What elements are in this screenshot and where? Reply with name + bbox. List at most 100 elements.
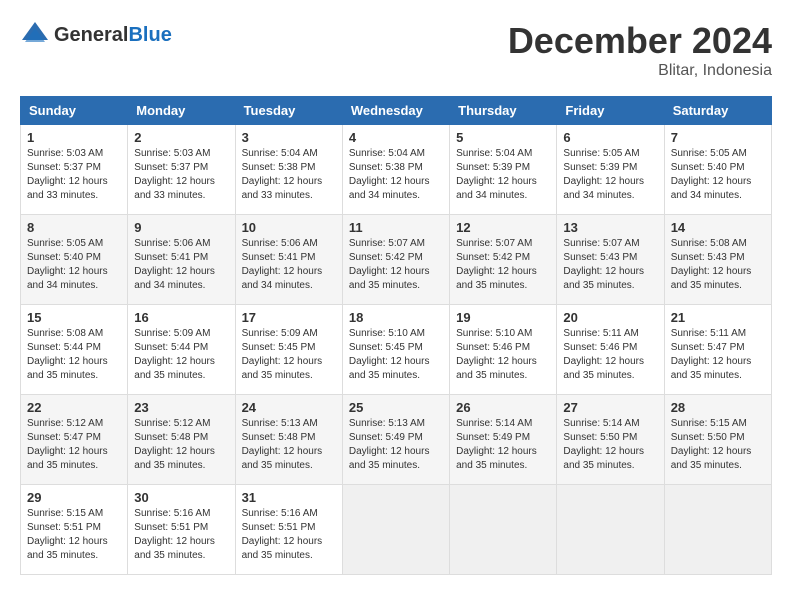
calendar-table: Sunday Monday Tuesday Wednesday Thursday… (20, 96, 772, 575)
table-row: 17Sunrise: 5:09 AMSunset: 5:45 PMDayligh… (235, 305, 342, 395)
day-number: 2 (134, 130, 228, 145)
day-details: Sunrise: 5:05 AMSunset: 5:40 PMDaylight:… (27, 237, 121, 293)
day-number: 21 (671, 310, 765, 325)
table-row: 14 Sunrise: 5:08 AMSunset: 5:43 PMDayligh… (664, 215, 771, 305)
day-number: 11 (349, 220, 443, 235)
day-number: 12 (456, 220, 550, 235)
day-number: 27 (563, 400, 657, 415)
day-details: Sunrise: 5:16 AMSunset: 5:51 PMDaylight:… (134, 507, 228, 563)
day-details: Sunrise: 5:06 AMSunset: 5:41 PMDaylight:… (242, 237, 336, 293)
calendar-week-4: 22 Sunrise: 5:12 AMSunset: 5:47 PMDayligh… (21, 395, 772, 485)
day-details: Sunrise: 5:03 AMSunset: 5:37 PMDaylight:… (27, 147, 121, 203)
day-details: Sunrise: 5:07 AMSunset: 5:42 PMDaylight:… (349, 237, 443, 293)
calendar-week-5: 29Sunrise: 5:15 AMSunset: 5:51 PMDayligh… (21, 485, 772, 575)
day-details: Sunrise: 5:12 AMSunset: 5:48 PMDaylight:… (134, 417, 228, 473)
table-row (557, 485, 664, 575)
table-row: 22 Sunrise: 5:12 AMSunset: 5:47 PMDayligh… (21, 395, 128, 485)
calendar-week-3: 15Sunrise: 5:08 AMSunset: 5:44 PMDayligh… (21, 305, 772, 395)
table-row: 24 Sunrise: 5:13 AMSunset: 5:48 PMDayligh… (235, 395, 342, 485)
table-row: 13 Sunrise: 5:07 AMSunset: 5:43 PMDayligh… (557, 215, 664, 305)
col-wednesday: Wednesday (342, 97, 449, 125)
day-number: 3 (242, 130, 336, 145)
logo: GeneralBlue (20, 20, 172, 50)
col-sunday: Sunday (21, 97, 128, 125)
table-row: 8 Sunrise: 5:05 AMSunset: 5:40 PMDaylight… (21, 215, 128, 305)
day-number: 22 (27, 400, 121, 415)
day-number: 28 (671, 400, 765, 415)
day-details: Sunrise: 5:05 AMSunset: 5:39 PMDaylight:… (563, 147, 657, 203)
day-details: Sunrise: 5:08 AMSunset: 5:44 PMDaylight:… (27, 327, 121, 383)
table-row: 15Sunrise: 5:08 AMSunset: 5:44 PMDayligh… (21, 305, 128, 395)
day-number: 31 (242, 490, 336, 505)
table-row: 12Sunrise: 5:07 AMSunset: 5:42 PMDayligh… (450, 215, 557, 305)
day-number: 16 (134, 310, 228, 325)
calendar-week-2: 8 Sunrise: 5:05 AMSunset: 5:40 PMDaylight… (21, 215, 772, 305)
table-row: 9Sunrise: 5:06 AMSunset: 5:41 PMDaylight… (128, 215, 235, 305)
day-details: Sunrise: 5:08 AMSunset: 5:43 PMDaylight:… (671, 237, 765, 293)
day-details: Sunrise: 5:10 AMSunset: 5:45 PMDaylight:… (349, 327, 443, 383)
table-row: 19Sunrise: 5:10 AMSunset: 5:46 PMDayligh… (450, 305, 557, 395)
day-number: 10 (242, 220, 336, 235)
day-number: 23 (134, 400, 228, 415)
day-number: 13 (563, 220, 657, 235)
day-details: Sunrise: 5:14 AMSunset: 5:49 PMDaylight:… (456, 417, 550, 473)
col-monday: Monday (128, 97, 235, 125)
day-number: 25 (349, 400, 443, 415)
table-row: 4 Sunrise: 5:04 AMSunset: 5:38 PMDaylight… (342, 125, 449, 215)
table-row: 28Sunrise: 5:15 AMSunset: 5:50 PMDayligh… (664, 395, 771, 485)
table-row: 26 Sunrise: 5:14 AMSunset: 5:49 PMDayligh… (450, 395, 557, 485)
day-number: 7 (671, 130, 765, 145)
table-row: 16 Sunrise: 5:09 AMSunset: 5:44 PMDayligh… (128, 305, 235, 395)
table-row: 7 Sunrise: 5:05 AMSunset: 5:40 PMDaylight… (664, 125, 771, 215)
day-details: Sunrise: 5:05 AMSunset: 5:40 PMDaylight:… (671, 147, 765, 203)
day-details: Sunrise: 5:11 AMSunset: 5:46 PMDaylight:… (563, 327, 657, 383)
page-header: GeneralBlue December 2024 Blitar, Indone… (20, 20, 772, 80)
table-row: 23 Sunrise: 5:12 AMSunset: 5:48 PMDayligh… (128, 395, 235, 485)
day-details: Sunrise: 5:10 AMSunset: 5:46 PMDaylight:… (456, 327, 550, 383)
day-details: Sunrise: 5:13 AMSunset: 5:48 PMDaylight:… (242, 417, 336, 473)
day-number: 26 (456, 400, 550, 415)
table-row: 30Sunrise: 5:16 AMSunset: 5:51 PMDayligh… (128, 485, 235, 575)
table-row (664, 485, 771, 575)
table-row: 11 Sunrise: 5:07 AMSunset: 5:42 PMDayligh… (342, 215, 449, 305)
day-number: 14 (671, 220, 765, 235)
day-details: Sunrise: 5:04 AMSunset: 5:39 PMDaylight:… (456, 147, 550, 203)
day-details: Sunrise: 5:04 AMSunset: 5:38 PMDaylight:… (349, 147, 443, 203)
day-details: Sunrise: 5:09 AMSunset: 5:45 PMDaylight:… (242, 327, 336, 383)
table-row: 18 Sunrise: 5:10 AMSunset: 5:45 PMDayligh… (342, 305, 449, 395)
table-row: 29Sunrise: 5:15 AMSunset: 5:51 PMDayligh… (21, 485, 128, 575)
table-row: 3Sunrise: 5:04 AMSunset: 5:38 PMDaylight… (235, 125, 342, 215)
table-row: 5 Sunrise: 5:04 AMSunset: 5:39 PMDaylight… (450, 125, 557, 215)
table-row (342, 485, 449, 575)
calendar-week-1: 1Sunrise: 5:03 AMSunset: 5:37 PMDaylight… (21, 125, 772, 215)
col-tuesday: Tuesday (235, 97, 342, 125)
calendar-header-row: Sunday Monday Tuesday Wednesday Thursday… (21, 97, 772, 125)
table-row: 6 Sunrise: 5:05 AMSunset: 5:39 PMDaylight… (557, 125, 664, 215)
day-details: Sunrise: 5:06 AMSunset: 5:41 PMDaylight:… (134, 237, 228, 293)
table-row: 25Sunrise: 5:13 AMSunset: 5:49 PMDayligh… (342, 395, 449, 485)
day-number: 5 (456, 130, 550, 145)
day-number: 6 (563, 130, 657, 145)
day-number: 29 (27, 490, 121, 505)
col-friday: Friday (557, 97, 664, 125)
col-saturday: Saturday (664, 97, 771, 125)
day-number: 8 (27, 220, 121, 235)
location: Blitar, Indonesia (508, 62, 772, 80)
day-details: Sunrise: 5:14 AMSunset: 5:50 PMDaylight:… (563, 417, 657, 473)
logo-icon (20, 20, 50, 50)
day-details: Sunrise: 5:07 AMSunset: 5:43 PMDaylight:… (563, 237, 657, 293)
day-details: Sunrise: 5:09 AMSunset: 5:44 PMDaylight:… (134, 327, 228, 383)
col-thursday: Thursday (450, 97, 557, 125)
month-title: December 2024 (508, 20, 772, 62)
day-details: Sunrise: 5:12 AMSunset: 5:47 PMDaylight:… (27, 417, 121, 473)
day-number: 20 (563, 310, 657, 325)
day-number: 24 (242, 400, 336, 415)
table-row: 31Sunrise: 5:16 AMSunset: 5:51 PMDayligh… (235, 485, 342, 575)
table-row: 1Sunrise: 5:03 AMSunset: 5:37 PMDaylight… (21, 125, 128, 215)
day-number: 4 (349, 130, 443, 145)
day-details: Sunrise: 5:11 AMSunset: 5:47 PMDaylight:… (671, 327, 765, 383)
day-number: 18 (349, 310, 443, 325)
table-row (450, 485, 557, 575)
day-details: Sunrise: 5:03 AMSunset: 5:37 PMDaylight:… (134, 147, 228, 203)
logo-text: GeneralBlue (54, 24, 172, 47)
